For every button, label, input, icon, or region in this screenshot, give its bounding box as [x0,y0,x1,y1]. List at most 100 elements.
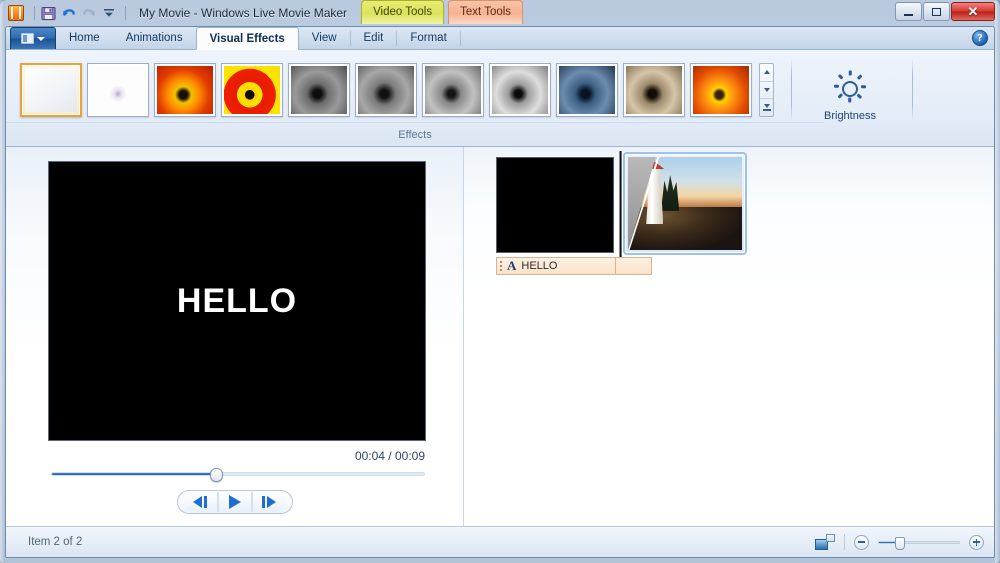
seek-slider-handle[interactable] [210,468,223,482]
effect-preview-image [291,66,347,114]
effect-thumbnail-cyan-tone[interactable] [556,63,618,117]
brightness-button[interactable]: Brightness [811,64,889,122]
preview-monitor[interactable]: HELLO [48,161,426,441]
effect-preview-image [559,66,615,114]
tab-format[interactable]: Format [397,27,459,49]
zoom-in-button[interactable] [969,535,984,550]
clip-grip-left[interactable] [500,261,502,272]
brightness-label: Brightness [824,110,876,122]
play-button[interactable] [218,492,252,512]
effect-preview-image [25,68,77,112]
chevron-up-icon [764,70,770,74]
effect-thumbnail-posterize[interactable] [221,63,283,117]
transport-controls [177,490,293,514]
text-overlay-label: HELLO [521,260,557,272]
effects-group-label: Effects [6,122,824,146]
brightness-sun-icon [833,72,867,106]
window-controls: ✕ [895,2,995,21]
undo-icon[interactable] [60,5,77,22]
file-document-icon [21,33,34,44]
effect-preview-image [157,66,213,114]
more-options-icon [763,104,771,111]
effect-preview-image [90,66,146,114]
tab-view[interactable]: View [299,27,350,49]
gallery-more-button[interactable] [760,99,773,116]
effect-thumbnail-sketch[interactable] [87,63,149,117]
ribbon-group-divider-a [791,59,792,121]
close-button[interactable]: ✕ [951,2,995,21]
preview-pane: HELLO 00:04 / 00:09 [6,147,464,526]
effect-preview-image [358,66,414,114]
effect-thumbnail-black-white-yellow[interactable] [489,63,551,117]
zoom-out-button[interactable] [854,535,869,550]
next-frame-button[interactable] [252,492,286,512]
previous-frame-icon [193,496,202,508]
window-title: My Movie - Windows Live Movie Maker [139,6,347,20]
file-menu-button[interactable] [10,27,56,49]
status-bar-right [815,534,984,550]
effect-preview-image [693,66,749,114]
item-status-text: Item 2 of 2 [28,536,82,548]
title-divider [125,6,126,20]
zoom-slider[interactable] [878,541,960,544]
contextual-tab-group: Video Tools Text Tools [361,0,523,26]
effect-thumbnail-black-white-red[interactable] [422,63,484,117]
help-icon[interactable]: ? [972,30,988,46]
preview-overlay-text: HELLO [177,282,297,321]
effect-thumbnail-black-white-orange[interactable] [355,63,417,117]
save-icon[interactable] [40,5,57,22]
maximize-button[interactable] [923,2,950,21]
title-bar: My Movie - Windows Live Movie Maker Vide… [0,0,1000,26]
video-clip-black[interactable] [496,157,614,253]
window-edge-right [995,0,1000,563]
film-strip-icon [8,5,24,21]
effects-gallery: Brightness [6,50,913,122]
effect-preview-image [425,66,481,114]
storyboard-view-icon[interactable] [815,534,835,550]
effect-thumbnail-warm[interactable] [690,63,752,117]
ribbon-body: Brightness Effects [6,50,994,147]
effect-thumbnail-sepia-tone[interactable] [623,63,685,117]
effects-group: Brightness Effects [6,50,913,146]
qat-divider [34,6,35,20]
effect-preview-image [492,66,548,114]
minus-icon [858,541,865,543]
status-bar: Item 2 of 2 [6,526,994,557]
trees-region [661,172,679,211]
play-icon [229,495,241,509]
close-icon: ✕ [968,5,979,18]
playback-indicator[interactable] [619,151,622,267]
effect-thumbnail-no-effect[interactable] [20,63,82,117]
contextual-tab-text-tools[interactable]: Text Tools [448,0,523,24]
chevron-down-icon [37,37,45,41]
effect-thumbnail-black-white[interactable] [288,63,350,117]
effect-thumbnail-pop[interactable] [154,63,216,117]
time-readout: 00:04 / 00:09 [355,449,425,463]
minimize-button[interactable] [895,2,922,21]
chevron-down-icon [764,88,770,92]
effect-preview-image [224,66,280,114]
seek-progress-fill [52,473,216,475]
tab-animations[interactable]: Animations [113,27,196,49]
tab-separator-3 [460,31,461,46]
text-tool-icon: A [507,258,516,274]
contextual-tab-video-tools[interactable]: Video Tools [361,0,444,24]
tab-home[interactable]: Home [56,27,113,49]
client-area: Home Animations Visual Effects View Edit… [5,26,995,558]
tab-visual-effects[interactable]: Visual Effects [196,27,299,50]
previous-frame-button[interactable] [184,492,218,512]
seek-slider[interactable] [51,472,425,476]
tab-edit[interactable]: Edit [351,27,397,49]
rocks-region [628,207,742,250]
customize-qat-icon[interactable] [100,5,117,22]
photo-clip-lighthouse[interactable] [623,152,747,255]
next-frame-icon [267,496,276,508]
redo-icon[interactable] [80,5,97,22]
gallery-scroll-up-button[interactable] [760,64,773,82]
application-window: My Movie - Windows Live Movie Maker Vide… [0,0,1000,563]
text-overlay-clip[interactable]: A HELLO [496,257,616,275]
text-overlay-extension[interactable] [616,257,652,275]
zoom-slider-handle[interactable] [895,537,905,550]
storyboard-pane[interactable]: A HELLO [464,147,994,526]
gallery-scroll-down-button[interactable] [760,82,773,100]
